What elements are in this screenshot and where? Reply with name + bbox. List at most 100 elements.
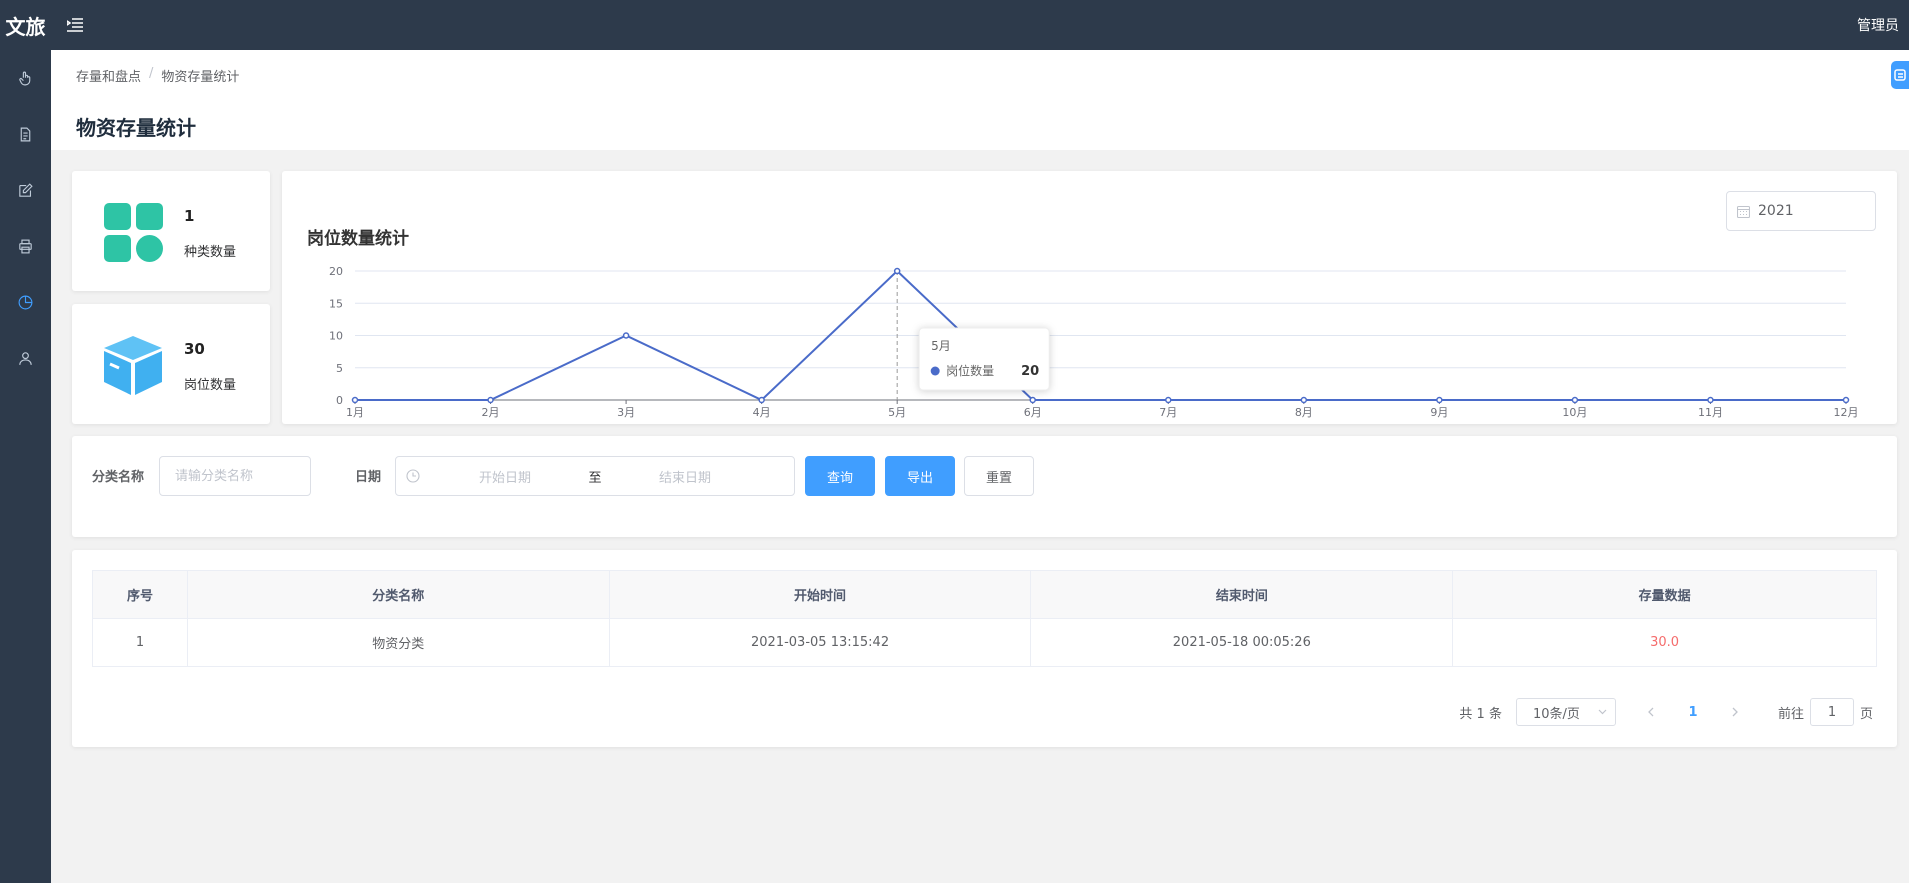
y-tick-label: 15 xyxy=(329,297,343,310)
document-icon xyxy=(20,127,31,141)
year-value: 2021 xyxy=(1758,203,1794,219)
data-point[interactable] xyxy=(487,396,494,404)
y-tick-label: 5 xyxy=(336,362,343,375)
column-header-stock: 存量数据 xyxy=(1452,570,1877,619)
page-size-value: 10条/页 xyxy=(1532,706,1580,722)
tooltip-box xyxy=(918,327,1050,391)
chevron-down-icon xyxy=(1598,709,1607,715)
breadcrumb-item[interactable]: 存量和盘点 xyxy=(76,66,141,85)
pagination: 共 1 条 10条/页 1 前往 页 xyxy=(1459,698,1873,726)
goto-page-input[interactable] xyxy=(1809,698,1854,726)
data-point[interactable] xyxy=(1842,396,1850,404)
x-tick-label: 5月 xyxy=(888,406,906,419)
x-tick-label: 3月 xyxy=(617,406,635,419)
column-header-end-time: 结束时间 xyxy=(1030,570,1454,619)
pie-chart-icon xyxy=(18,295,33,309)
x-tick-label: 12月 xyxy=(1834,406,1859,419)
data-point[interactable] xyxy=(1707,396,1714,404)
x-tick-label: 11月 xyxy=(1698,406,1723,419)
filter-form: 分类名称 日期 开始日期 至 结束日期 查询 导出 重置 xyxy=(72,436,1897,537)
tooltip-category: 5月 xyxy=(931,339,951,353)
chevron-right-icon xyxy=(1732,707,1738,717)
clock-icon xyxy=(406,469,420,483)
end-date-input[interactable]: 结束日期 xyxy=(610,467,760,486)
stat-label: 岗位数量 xyxy=(184,378,237,393)
table-row[interactable]: 1 物资分类 2021-03-05 13:15:42 2021-05-18 00… xyxy=(92,618,1877,667)
x-tick-label: 1月 xyxy=(346,406,364,419)
category-name-label: 分类名称 xyxy=(92,470,145,485)
table-header-row: 序号 分类名称 开始时间 结束时间 存量数据 xyxy=(92,570,1877,619)
query-button[interactable]: 查询 xyxy=(805,456,875,496)
data-point[interactable] xyxy=(622,332,630,339)
data-point[interactable] xyxy=(1165,396,1172,404)
data-point[interactable] xyxy=(1300,396,1308,404)
x-tick-label: 2月 xyxy=(482,406,500,419)
goto-page: 前往 页 xyxy=(1778,698,1873,726)
chevron-left-icon xyxy=(1648,707,1654,717)
top-navbar: 管理员 xyxy=(51,0,1909,50)
stat-label: 种类数量 xyxy=(184,245,237,260)
year-picker[interactable]: 2021 xyxy=(1726,191,1876,231)
stat-card-category-count: 1 种类数量 xyxy=(72,171,270,291)
page-number-button[interactable]: 1 xyxy=(1678,698,1708,726)
sidebar-item-print[interactable] xyxy=(0,218,51,274)
page-header: 存量和盘点 / 物资存量统计 物资存量统计 xyxy=(51,50,1909,150)
date-separator: 至 xyxy=(588,470,602,486)
breadcrumb-separator: / xyxy=(149,66,154,81)
x-tick-label: 10月 xyxy=(1562,406,1587,419)
box-cube-icon xyxy=(104,336,162,395)
tooltip-value: 20 xyxy=(1021,364,1039,379)
x-tick-label: 8月 xyxy=(1295,406,1313,419)
pagination-total: 共 1 条 xyxy=(1459,706,1502,722)
export-button[interactable]: 导出 xyxy=(885,456,955,496)
edit-icon xyxy=(19,182,33,197)
column-header-start-time: 开始时间 xyxy=(608,570,1032,619)
chart-card: 岗位数量统计 0 5 10 15 20 1月 2月 3月 4月 5月 6月 7月 8月 9月 10月 11月 12… xyxy=(282,171,1897,424)
cell-category: 物资分类 xyxy=(186,618,610,667)
sidebar: 文旅 xyxy=(0,0,51,883)
stat-value: 30 xyxy=(184,340,205,358)
data-point[interactable] xyxy=(351,396,359,404)
menu-toggle-button[interactable] xyxy=(67,15,87,35)
category-name-input[interactable] xyxy=(159,456,311,496)
table-card: 序号 分类名称 开始时间 结束时间 存量数据 1 物资分类 2021-03-05… xyxy=(72,550,1897,747)
y-tick-label: 20 xyxy=(329,265,343,278)
sidebar-item-document[interactable] xyxy=(0,106,51,162)
indent-menu-icon xyxy=(67,18,83,32)
app-logo: 文旅 xyxy=(5,14,46,39)
y-tick-label: 0 xyxy=(336,394,343,407)
stat-value: 1 xyxy=(184,207,195,225)
column-header-category: 分类名称 xyxy=(186,570,610,619)
start-date-input[interactable]: 开始日期 xyxy=(430,467,580,486)
sidebar-item-statistics[interactable] xyxy=(0,274,51,330)
settings-drawer-tab[interactable] xyxy=(1891,61,1909,89)
page-size-select[interactable]: 10条/页 xyxy=(1515,698,1616,726)
page-title: 物资存量统计 xyxy=(76,116,196,140)
tooltip-marker xyxy=(930,366,940,376)
chart-title: 岗位数量统计 xyxy=(307,228,409,249)
data-point[interactable] xyxy=(1436,396,1443,404)
sidebar-item-touch[interactable] xyxy=(0,50,51,106)
data-table: 序号 分类名称 开始时间 结束时间 存量数据 1 物资分类 2021-03-05… xyxy=(92,570,1877,667)
line-chart: 岗位数量统计 0 5 10 15 20 1月 2月 3月 4月 5月 6月 7月 8月 9月 10月 11月 12… xyxy=(307,228,1859,419)
user-menu[interactable]: 管理员 xyxy=(1857,15,1899,35)
data-point[interactable] xyxy=(1029,396,1036,404)
y-tick-label: 10 xyxy=(329,330,343,343)
data-point[interactable] xyxy=(893,267,901,275)
sidebar-item-user[interactable] xyxy=(0,330,51,386)
column-header-index: 序号 xyxy=(92,570,188,619)
x-tick-label: 9月 xyxy=(1430,406,1448,419)
data-point[interactable] xyxy=(758,396,765,404)
sidebar-item-edit[interactable] xyxy=(0,162,51,218)
prev-page-button[interactable] xyxy=(1636,698,1666,726)
data-point[interactable] xyxy=(1571,396,1579,404)
stat-card-position-count: 30 岗位数量 xyxy=(72,304,270,424)
printer-icon xyxy=(19,239,32,253)
grid-apps-icon xyxy=(104,203,163,262)
reset-button[interactable]: 重置 xyxy=(964,456,1034,496)
calendar-icon xyxy=(1737,205,1750,218)
next-page-button[interactable] xyxy=(1720,698,1750,726)
date-range-picker[interactable]: 开始日期 至 结束日期 xyxy=(395,456,795,496)
cell-end-time: 2021-05-18 00:05:26 xyxy=(1030,618,1454,667)
x-tick-label: 4月 xyxy=(753,406,771,419)
